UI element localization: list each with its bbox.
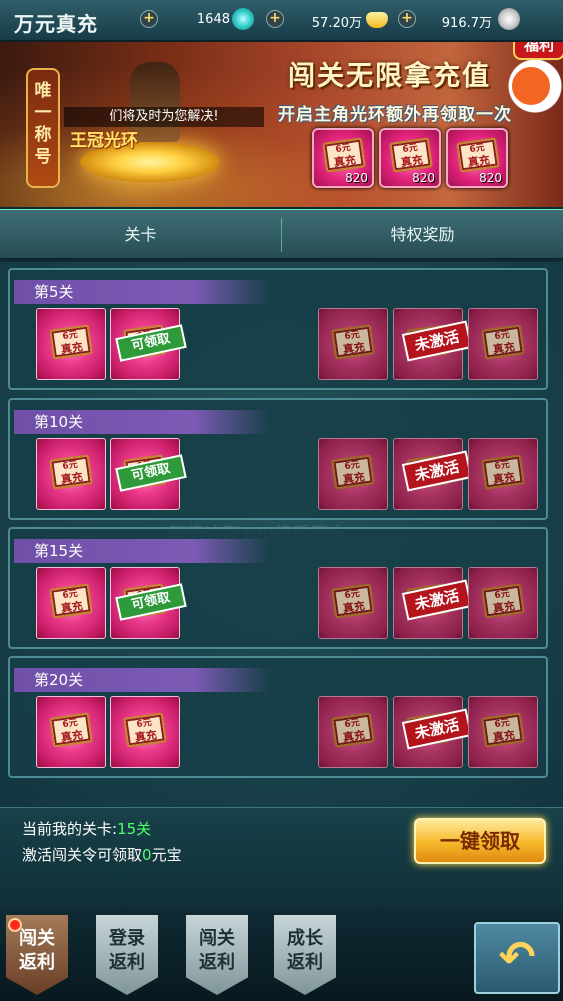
free-reward-card[interactable]: 6元真充 可领取 <box>110 438 187 510</box>
hero-ring-label: 王冠光环 <box>70 131 138 151</box>
activate-prefix: 激活闯关令可领取 <box>22 846 143 864</box>
recharge-ticket-icon: 6元真充 <box>481 454 525 490</box>
reward-count: 820 <box>412 171 435 185</box>
hero-caption: 们将及时为您解决! <box>64 107 264 127</box>
recharge-ticket-icon: 6元真充 <box>49 324 93 360</box>
recharge-ticket-icon: 6元真充 <box>331 712 375 748</box>
free-reward-card[interactable]: 6元真充 可领取 <box>110 308 187 380</box>
banner-reward-card[interactable]: 6元 真充 820 <box>446 128 508 188</box>
free-reward-card[interactable]: 6元真充 可领取 <box>110 567 187 639</box>
jade-icon <box>232 8 254 30</box>
recharge-ticket-icon: 6元真充 <box>49 454 93 490</box>
info-panel: 当前我的关卡:15关 激活闯关令可领取0元宝 一键领取 <box>0 807 563 909</box>
recharge-ticket-icon: 6元真充 <box>456 137 500 173</box>
stage-panel: 第15关 6元真充 6元真充 可领取 6元真充 6元真充 未激活 6元真充 <box>8 527 548 649</box>
premium-reward-card[interactable]: 6元真充 未激活 <box>393 308 473 380</box>
coin-icon <box>498 8 520 30</box>
recharge-ticket-icon: 6元真充 <box>123 712 167 748</box>
reward-count: 820 <box>479 171 502 185</box>
banner-title: 闯关无限拿充值 <box>288 61 491 92</box>
tab-privilege-rewards[interactable]: 特权奖励 <box>282 210 563 260</box>
recharge-ticket-icon: 6元真充 <box>481 324 525 360</box>
recharge-ticket-icon: 6元真充 <box>322 137 366 173</box>
activate-suffix: 元宝 <box>151 846 182 864</box>
nav-stage-rebate-2[interactable]: 闯关 返利 <box>186 915 248 995</box>
stage-panel: 第20关 6元真充 6元真充 6元真充 6元真充 未激活 6元真充 <box>8 656 548 778</box>
stage-panel: 第5关 6元真充 6元真充 可领取 6元真充 6元真充 未激活 6元真充 <box>8 268 548 390</box>
current-stage-value: 15关 <box>117 820 152 838</box>
welfare-mascot-icon <box>509 64 553 108</box>
banner-reward-card[interactable]: 6元 真充 820 <box>312 128 374 188</box>
notification-dot <box>8 918 22 932</box>
reward-count: 820 <box>345 171 368 185</box>
premium-reward-card[interactable]: 6元 真充 <box>318 438 388 510</box>
resource-silver: + 916.7万 <box>398 8 528 32</box>
recharge-ticket-icon: 6元真充 <box>481 583 525 619</box>
back-button[interactable]: ↶ <box>474 922 560 994</box>
resource-jade: + 1648 <box>140 8 256 32</box>
free-reward-card[interactable]: 6元 真充 <box>36 308 106 380</box>
premium-reward-card[interactable]: 6元 真充 <box>468 438 538 510</box>
claim-all-button[interactable]: 一键领取 <box>414 818 546 864</box>
promo-banner: 唯一称号 们将及时为您解决! 王冠光环 闯关无限拿充值 开启主角光环额外再领取一… <box>0 42 563 207</box>
recharge-ticket-icon: 6元真充 <box>331 324 375 360</box>
gold-ingot-icon <box>366 12 388 28</box>
stage-label: 第15关 <box>14 539 270 563</box>
tab-bar: 关卡 特权奖励 <box>0 209 563 259</box>
recharge-ticket-icon: 6元真充 <box>331 454 375 490</box>
resource-gold: + 57.20万 <box>266 10 396 32</box>
silver-value: 916.7万 <box>441 16 492 31</box>
recharge-ticket-icon: 6元真充 <box>331 583 375 619</box>
premium-reward-card[interactable]: 6元 真充 <box>318 567 388 639</box>
nav-login-rebate[interactable]: 登录 返利 <box>96 915 158 995</box>
add-jade-button[interactable]: + <box>140 10 158 28</box>
add-silver-button[interactable]: + <box>398 10 416 28</box>
stage-label: 第20关 <box>14 668 270 692</box>
premium-reward-card[interactable]: 6元 真充 <box>318 308 388 380</box>
premium-reward-card[interactable]: 6元 真充 <box>468 696 538 768</box>
recharge-ticket-icon: 6元真充 <box>389 137 433 173</box>
premium-reward-card[interactable]: 6元真充 未激活 <box>393 696 473 768</box>
nav-growth-rebate[interactable]: 成长 返利 <box>274 915 336 995</box>
current-stage-label: 当前我的关卡: <box>22 820 118 838</box>
premium-reward-card[interactable]: 6元 真充 <box>468 567 538 639</box>
recharge-ticket-icon: 6元真充 <box>49 712 93 748</box>
current-stage-line: 当前我的关卡:15关 <box>22 818 151 839</box>
premium-reward-card[interactable]: 6元 真充 <box>318 696 388 768</box>
free-reward-card[interactable]: 6元 真充 <box>110 696 180 768</box>
premium-reward-card[interactable]: 6元真充 未激活 <box>393 567 473 639</box>
add-gold-button[interactable]: + <box>266 10 284 28</box>
free-reward-card[interactable]: 6元 真充 <box>36 438 106 510</box>
gold-value: 57.20万 <box>311 16 362 31</box>
banner-subtitle: 开启主角光环额外再领取一次 <box>278 105 512 125</box>
activate-value: 0 <box>142 846 152 864</box>
recharge-ticket-icon: 6元真充 <box>49 583 93 619</box>
back-arrow-icon: ↶ <box>498 932 536 983</box>
tab-stages[interactable]: 关卡 <box>0 210 281 260</box>
stage-label: 第5关 <box>14 280 270 304</box>
free-reward-card[interactable]: 6元 真充 <box>36 567 106 639</box>
welfare-label: 福利 <box>513 42 563 60</box>
top-bar: 万元真充 + 1648 + 57.20万 + 916.7万 <box>0 0 563 42</box>
premium-reward-card[interactable]: 6元 真充 <box>468 308 538 380</box>
recharge-ticket-icon: 6元真充 <box>481 712 525 748</box>
stage-label: 第10关 <box>14 410 270 434</box>
stage-list[interactable]: 第5关 6元真充 6元真充 可领取 6元真充 6元真充 未激活 6元真充 第10… <box>0 262 563 807</box>
activate-line: 激活闯关令可领取0元宝 <box>22 844 182 865</box>
banner-reward-card[interactable]: 6元 真充 820 <box>379 128 441 188</box>
page-title: 万元真充 <box>14 12 98 36</box>
unique-title-badge: 唯一称号 <box>26 68 60 188</box>
stage-panel: 第10关 6元真充 6元真充 可领取 6元真充 6元真充 未激活 6元真充 <box>8 398 548 520</box>
jade-value: 1648 <box>196 12 230 27</box>
free-reward-card[interactable]: 6元 真充 <box>36 696 106 768</box>
premium-reward-card[interactable]: 6元真充 未激活 <box>393 438 473 510</box>
welfare-button[interactable]: 福利 <box>495 42 563 118</box>
